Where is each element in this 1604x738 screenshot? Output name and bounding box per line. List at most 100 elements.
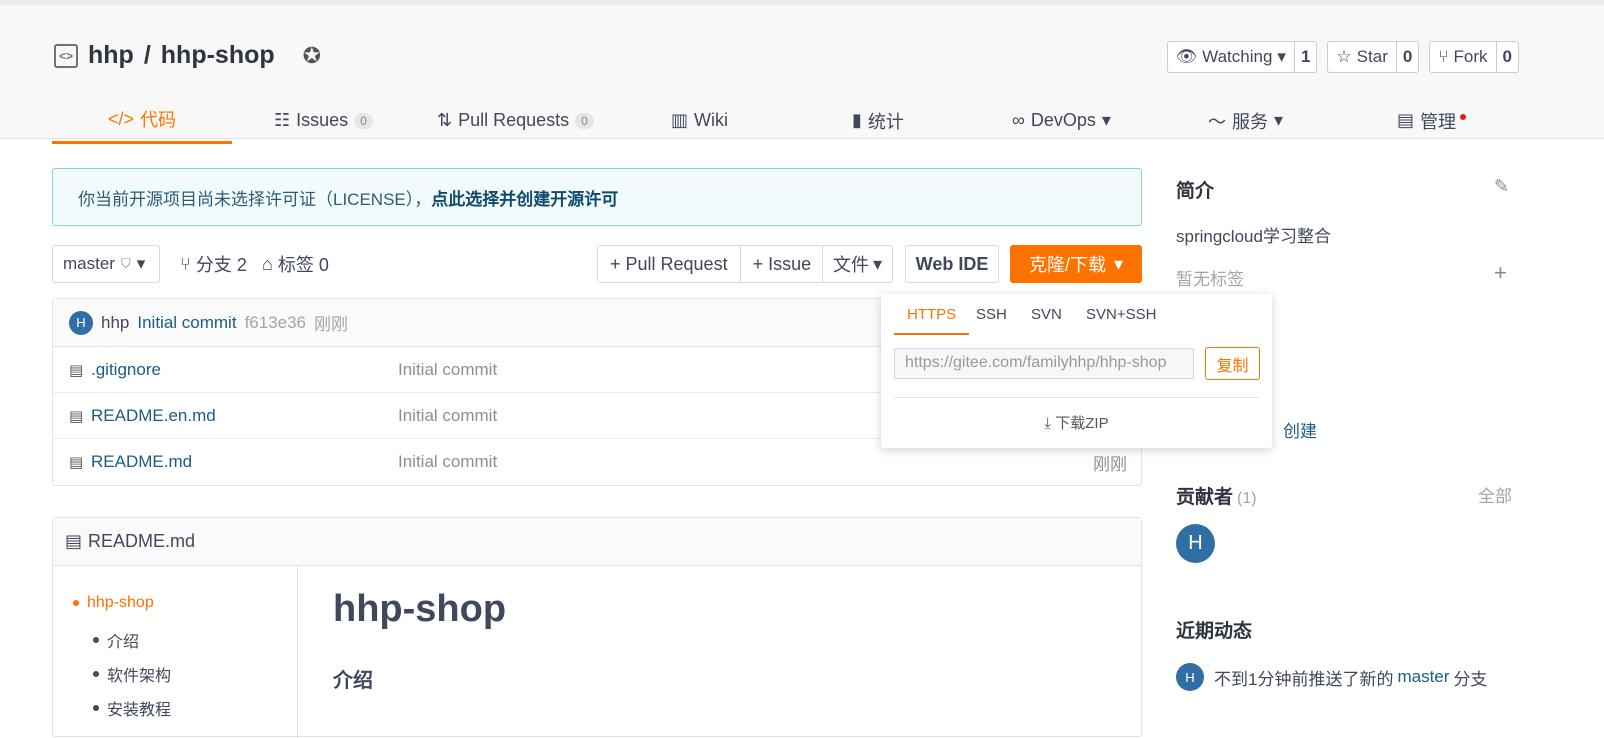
fork-label: Fork [1453, 47, 1488, 66]
activity-branch-link[interactable]: master [1397, 667, 1449, 687]
file-name[interactable]: README.en.md [91, 406, 216, 426]
repo-description: springcloud学习整合 [1176, 227, 1331, 246]
repo-actions: 👁 Watching ▾ 1 ☆ Star 0 ⑂ Fork 0 [1166, 41, 1519, 73]
tab-svn[interactable]: SVN [1031, 306, 1062, 323]
new-pull-request-button[interactable]: + Pull Request [598, 246, 741, 282]
create-license-link[interactable]: 点此选择并创建开源许可 [431, 185, 618, 210]
file-name[interactable]: README.md [91, 452, 192, 472]
commit-author[interactable]: hhp [101, 313, 129, 333]
branches-link[interactable]: ⑂ 分支 2 [180, 245, 247, 283]
tab-stats[interactable]: ▮ 统计 [852, 97, 904, 144]
fork-count[interactable]: 0 [1497, 42, 1518, 72]
caret-down-icon: ▾ [872, 253, 883, 274]
avatar[interactable]: H [1176, 524, 1215, 563]
license-notice: 你当前开源项目尚未选择许可证（LICENSE）， 点此选择并创建开源许可 [52, 168, 1142, 226]
toc-label: hhp-shop [87, 594, 154, 611]
tab-issues[interactable]: ☷ Issues 0 [274, 97, 373, 144]
contributors-title: 贡献者 [1176, 487, 1234, 508]
readme-filename: README.md [88, 531, 196, 551]
web-ide-button[interactable]: Web IDE [905, 245, 999, 283]
file-commit-message[interactable]: Initial commit [398, 360, 497, 380]
manage-icon: ▤ [1397, 110, 1415, 130]
contributors-heading: 贡献者 (1) [1176, 482, 1257, 509]
bullet [93, 705, 99, 711]
intro-title: 简介 [1176, 181, 1215, 202]
branch-select[interactable]: master ⛉ ▾ [52, 245, 160, 283]
repo-header: <> hhp / hhp-shop ✪ 👁 Watching ▾ 1 ☆ Star 0… [0, 0, 1604, 144]
file-commit-message[interactable]: Initial commit [398, 452, 497, 472]
code-repo-icon: <> [54, 43, 78, 68]
repo-owner[interactable]: hhp [88, 41, 134, 70]
readme-content: hhp-shop 介绍 [333, 588, 506, 692]
tab-wiki[interactable]: ▥ Wiki [671, 97, 728, 144]
tags-link[interactable]: ⌂ 标签 0 [262, 245, 329, 283]
file-commit-message[interactable]: Initial commit [398, 406, 497, 426]
caret-down-icon: ▾ [136, 254, 146, 273]
repo-title: <> hhp / hhp-shop ✪ [54, 41, 321, 70]
repo-name[interactable]: hhp-shop [161, 41, 275, 70]
fork-button[interactable]: ⑂ Fork 0 [1429, 41, 1519, 73]
tab-https[interactable]: HTTPS [894, 306, 970, 335]
commit-message[interactable]: Initial commit [137, 313, 236, 333]
commit-hash[interactable]: f613e36 [245, 313, 306, 333]
tab-label: 服务 [1232, 111, 1268, 132]
toc-label: 介绍 [107, 634, 140, 651]
clone-url-input[interactable]: https://gitee.com/familyhhp/hhp-shop [894, 348, 1194, 379]
contributors-count: (1) [1237, 490, 1257, 507]
add-tag-icon[interactable]: + [1494, 260, 1507, 286]
award-icon[interactable]: ✪ [303, 43, 321, 69]
clone-download-button[interactable]: 克隆/下载 ▾ [1010, 245, 1142, 283]
toc-item[interactable]: 软件架构 [93, 662, 171, 686]
tab-label: Issues [296, 110, 349, 130]
watch-count[interactable]: 1 [1295, 42, 1316, 72]
tab-pull-requests[interactable]: ⇅ Pull Requests 0 [437, 97, 594, 144]
tab-code[interactable]: </> 代码 [52, 97, 232, 144]
copy-button[interactable]: 复制 [1205, 347, 1260, 380]
bullet [93, 637, 99, 643]
download-zip-label: 下载ZIP [1055, 415, 1109, 432]
create-link[interactable]: 创建 [1283, 417, 1317, 442]
commit-time: 刚刚 [314, 315, 349, 334]
star-icon: ☆ [1336, 47, 1352, 66]
pull-request-icon: ⇅ [437, 110, 453, 130]
tab-svn-ssh[interactable]: SVN+SSH [1086, 306, 1156, 323]
star-count[interactable]: 0 [1397, 42, 1418, 72]
file-menu-button[interactable]: 文件 ▾ [822, 245, 893, 283]
notice-text: 你当前开源项目尚未选择许可证（LICENSE）， [78, 189, 432, 209]
star-label: Star [1356, 47, 1388, 66]
tab-devops[interactable]: ∞ DevOps ▾ [1012, 97, 1111, 144]
book-icon: ▥ [671, 110, 689, 130]
tab-label: DevOps [1030, 110, 1096, 130]
bullet [73, 600, 79, 606]
readme-subheading: 介绍 [333, 670, 373, 692]
caret-down-icon: ▾ [1277, 47, 1286, 66]
activity-title: 近期动态 [1176, 621, 1253, 642]
download-zip-button[interactable]: ⤓ 下载ZIP [881, 412, 1272, 433]
tab-services[interactable]: 〜服务 ▾ [1208, 97, 1283, 144]
avatar[interactable]: H [69, 310, 93, 335]
file-time: 刚刚 [1093, 454, 1127, 474]
toc-label: 软件架构 [107, 668, 172, 685]
activity-item: H 不到1分钟前推送了新的 master 分支 [1176, 663, 1487, 691]
caret-down-icon: ▾ [1101, 110, 1111, 130]
tab-manage[interactable]: ▤ 管理 [1397, 97, 1467, 144]
tab-label: Pull Requests [458, 110, 570, 130]
edit-icon[interactable]: ✎ [1494, 176, 1509, 197]
avatar[interactable]: H [1176, 663, 1204, 691]
toc-item[interactable]: hhp-shop [73, 594, 154, 612]
file-name[interactable]: .gitignore [91, 360, 161, 380]
star-button[interactable]: ☆ Star 0 [1327, 41, 1420, 73]
toc-item[interactable]: 介绍 [93, 628, 139, 652]
caret-down-icon: ▾ [1274, 110, 1284, 130]
file-icon: ▤ [69, 361, 84, 379]
toc-item[interactable]: 安装教程 [93, 696, 171, 720]
new-issue-button[interactable]: + Issue [741, 246, 824, 282]
activity-text: 不到1分钟前推送了新的 [1214, 669, 1394, 689]
watch-button[interactable]: 👁 Watching ▾ 1 [1166, 41, 1318, 73]
repo-tabs: </> 代码 ☷ Issues 0 ⇅ Pull Requests 0 ▥ Wiki ▮ 统计… [52, 97, 1552, 144]
branches-count: 分支 2 [195, 255, 247, 275]
readme-header: ▤ README.md [53, 518, 1141, 566]
tab-ssh[interactable]: SSH [976, 306, 1007, 323]
watch-label: Watching [1202, 47, 1273, 66]
contributors-all-link[interactable]: 全部 [1478, 482, 1512, 507]
